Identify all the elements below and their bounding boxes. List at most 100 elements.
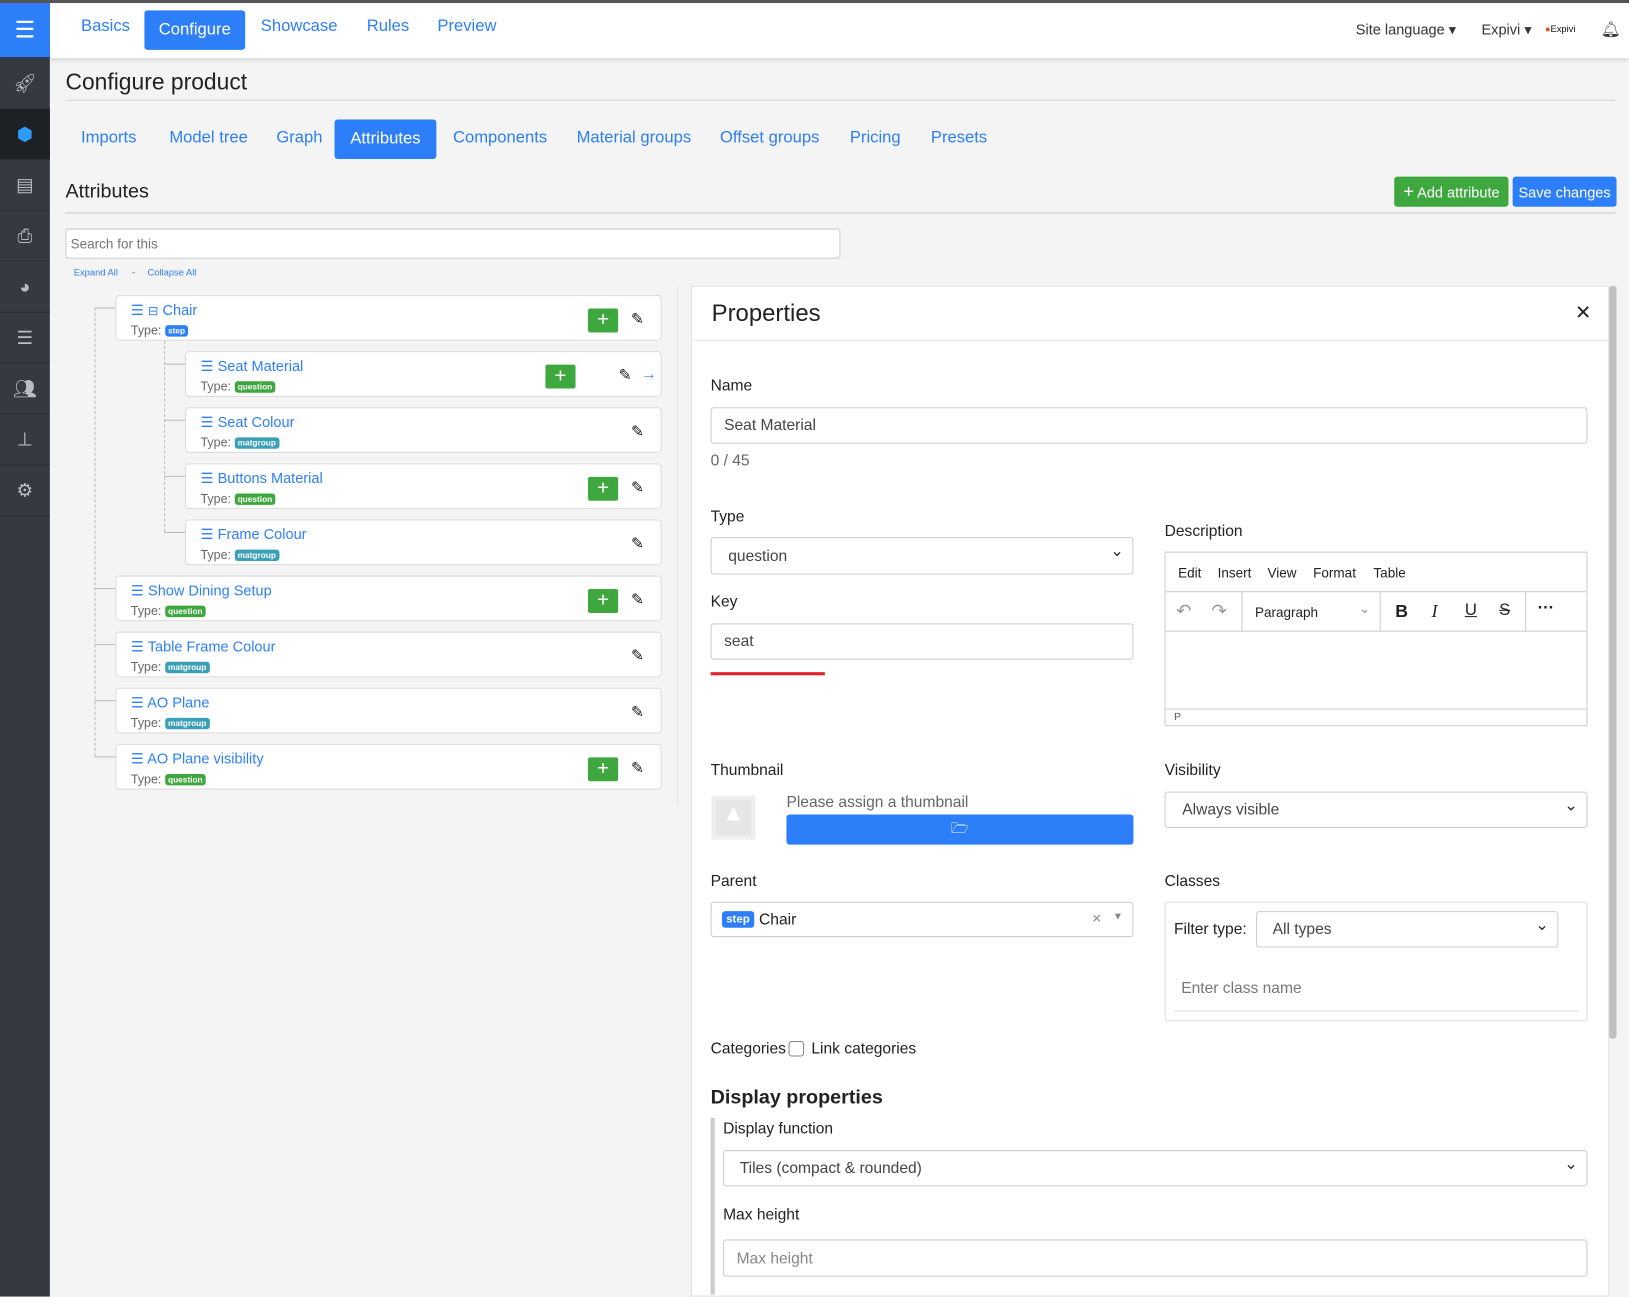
menu-icon[interactable]: ☰ (0, 3, 50, 59)
menu-view[interactable]: View (1267, 565, 1296, 581)
redo-icon[interactable]: ↷ (1211, 600, 1227, 622)
tab-presets[interactable]: Presets (931, 129, 987, 148)
rocket-icon[interactable]: 🚀︎ (0, 58, 50, 110)
sitemap-icon[interactable]: ⊥ (0, 415, 50, 466)
add-child-button[interactable]: + (588, 308, 619, 333)
drag-handle-icon[interactable]: ☰ (201, 470, 214, 487)
tab-pricing[interactable]: Pricing (850, 129, 901, 148)
site-language-dropdown[interactable]: Site language ▾ (1356, 21, 1456, 39)
tree-item-title[interactable]: ☰ Frame Colour (201, 526, 307, 544)
tree-item[interactable]: ☰ AO Plane Type: matgroup ✎ (115, 687, 662, 734)
tree-item[interactable]: ☰ Show Dining Setup Type: question + ✎ (115, 575, 662, 622)
tab-attributes[interactable]: Attributes (334, 119, 437, 159)
settings-icon[interactable]: ⚙ (0, 465, 50, 517)
users-icon[interactable]: 👥︎ (0, 364, 50, 415)
key-input[interactable]: seat (710, 623, 1134, 660)
drag-handle-icon[interactable]: ☰ (201, 526, 214, 543)
nav-showcase[interactable]: Showcase (261, 18, 338, 37)
checklist-icon[interactable]: ☰ (0, 313, 50, 364)
table-icon[interactable]: ▤ (0, 160, 50, 211)
cube-icon[interactable]: ⬢ (0, 109, 50, 160)
tree-item[interactable]: ☰ AO Plane visibility Type: question + ✎ (115, 743, 662, 790)
tree-item[interactable]: ☰ Buttons Material Type: question + ✎ (184, 463, 662, 510)
drag-handle-icon[interactable]: ☰ (201, 413, 214, 430)
block-format-select[interactable]: Paragraph (1255, 605, 1318, 621)
collapse-icon[interactable]: ⊟ (148, 303, 158, 318)
tab-material-groups[interactable]: Material groups (577, 129, 692, 148)
drag-handle-icon[interactable]: ☰ (131, 638, 144, 655)
pencil-icon[interactable]: ✎ (631, 646, 644, 665)
nav-configure[interactable]: Configure (144, 10, 246, 50)
close-icon[interactable]: ✕ (1575, 301, 1592, 325)
tree-item-title[interactable]: ☰ Seat Colour (201, 413, 295, 431)
splitter[interactable] (677, 285, 679, 806)
filter-type-select[interactable]: All types (1256, 911, 1559, 948)
add-child-button[interactable]: + (588, 589, 619, 613)
tree-item[interactable]: ☰ Table Frame Colour Type: matgroup ✎ (115, 631, 662, 678)
pie-chart-icon[interactable]: ◕ (0, 262, 50, 313)
bold-icon[interactable]: B (1395, 602, 1408, 623)
add-child-button[interactable]: + (588, 757, 619, 782)
scrollbar[interactable] (1609, 285, 1617, 1039)
add-child-button[interactable]: + (545, 364, 576, 389)
pencil-icon[interactable]: ✎ (619, 366, 632, 385)
drag-handle-icon[interactable]: ☰ (131, 301, 144, 318)
tab-components[interactable]: Components (453, 129, 547, 148)
pencil-icon[interactable]: ✎ (631, 702, 644, 721)
bell-icon[interactable]: 🔔︎ (1601, 20, 1621, 39)
tree-item-title[interactable]: ☰ ⊟ Chair (131, 301, 197, 319)
class-name-input[interactable]: Enter class name (1181, 980, 1301, 998)
menu-table[interactable]: Table (1373, 565, 1405, 581)
nav-basics[interactable]: Basics (81, 18, 130, 37)
link-categories-checkbox[interactable] (788, 1040, 805, 1057)
tab-graph[interactable]: Graph (276, 129, 322, 148)
tree-item-title[interactable]: ☰ Buttons Material (201, 470, 323, 488)
more-icon[interactable]: ··· (1538, 599, 1555, 618)
tree-item-title[interactable]: ☰ Seat Material (201, 357, 304, 375)
editor-content[interactable] (1166, 632, 1587, 709)
arrow-right-icon[interactable]: → (641, 366, 657, 384)
tab-offset-groups[interactable]: Offset groups (720, 129, 819, 148)
link-categories-label[interactable]: Link categories (811, 1040, 916, 1058)
caret-down-icon[interactable]: ▼ (1113, 911, 1123, 922)
drag-handle-icon[interactable]: ☰ (131, 750, 144, 767)
drag-handle-icon[interactable]: ☰ (131, 694, 144, 711)
pencil-icon[interactable]: ✎ (631, 422, 644, 441)
choose-thumbnail-button[interactable]: 🗁︎ (786, 814, 1134, 845)
strikethrough-icon[interactable]: S (1499, 602, 1510, 621)
nav-preview[interactable]: Preview (437, 18, 496, 37)
drag-handle-icon[interactable]: ☰ (201, 357, 214, 374)
tab-model-tree[interactable]: Model tree (169, 129, 248, 148)
type-select[interactable]: question (710, 537, 1134, 575)
account-dropdown[interactable]: Expivi ▾ (1481, 21, 1531, 39)
tree-item-title[interactable]: ☰ Show Dining Setup (131, 582, 272, 600)
name-input[interactable]: Seat Material (710, 407, 1588, 444)
max-height-input[interactable]: Max height (723, 1239, 1588, 1277)
search-input[interactable] (65, 228, 841, 259)
nav-rules[interactable]: Rules (367, 18, 409, 37)
menu-format[interactable]: Format (1313, 565, 1356, 581)
parent-select[interactable]: step Chair × ▼ (710, 901, 1134, 938)
tree-item[interactable]: ☰ Seat Material Type: question + ✎ → (184, 351, 662, 397)
expand-all-link[interactable]: Expand All (74, 267, 118, 277)
pencil-icon[interactable]: ✎ (631, 478, 644, 497)
print-icon[interactable]: ⎙ (0, 211, 50, 262)
collapse-all-link[interactable]: Collapse All (148, 267, 197, 277)
undo-icon[interactable]: ↶ (1176, 600, 1192, 622)
add-attribute-button[interactable]: + Add attribute (1394, 176, 1509, 207)
tree-item-title[interactable]: ☰ AO Plane (131, 694, 210, 712)
pencil-icon[interactable]: ✎ (631, 534, 644, 553)
pencil-icon[interactable]: ✎ (631, 310, 644, 329)
pencil-icon[interactable]: ✎ (631, 758, 644, 777)
tree-item[interactable]: ☰ Frame Colour Type: matgroup ✎ (184, 519, 662, 566)
display-function-select[interactable]: Tiles (compact & rounded) (723, 1150, 1588, 1187)
tab-imports[interactable]: Imports (81, 129, 136, 148)
tree-item[interactable]: ☰ ⊟ Chair Type: step + ✎ (115, 295, 662, 341)
clear-icon[interactable]: × (1092, 910, 1101, 928)
tree-item-title[interactable]: ☰ Table Frame Colour (131, 638, 276, 656)
italic-icon[interactable]: I (1432, 602, 1438, 623)
visibility-select[interactable]: Always visible (1164, 791, 1588, 829)
add-child-button[interactable]: + (588, 476, 619, 501)
underline-icon[interactable]: U (1465, 602, 1477, 621)
drag-handle-icon[interactable]: ☰ (131, 582, 144, 599)
